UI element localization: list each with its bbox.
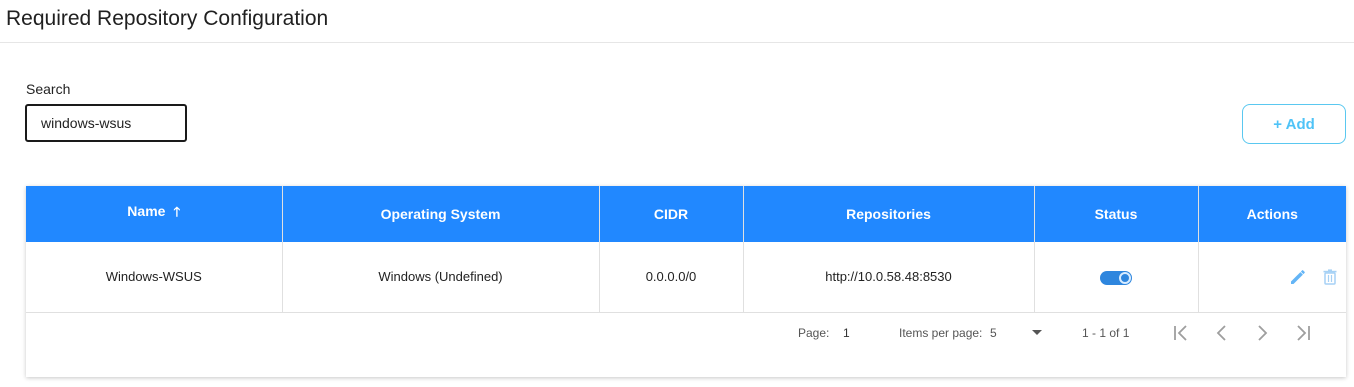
column-header-label: Operating System	[380, 206, 501, 222]
paginator: Page: 1 Items per page: 5 1 - 1 of 1	[26, 312, 1346, 352]
next-page-icon[interactable]	[1251, 322, 1273, 344]
last-page-icon[interactable]	[1291, 322, 1313, 344]
column-header-label: Repositories	[846, 206, 931, 222]
chevron-down-icon[interactable]	[1032, 330, 1042, 335]
title-divider	[0, 42, 1354, 43]
page-title: Required Repository Configuration	[6, 7, 329, 30]
column-header-actions: Actions	[1198, 186, 1346, 242]
first-page-icon[interactable]	[1171, 322, 1193, 344]
repository-table: Name 🡑 Operating System CIDR Repositories…	[26, 186, 1346, 313]
prev-page-icon[interactable]	[1211, 322, 1233, 344]
items-per-page-select[interactable]: 5	[990, 326, 997, 340]
table-row: Windows-WSUS Windows (Undefined) 0.0.0.0…	[26, 242, 1346, 313]
column-header-label: Name	[127, 203, 166, 219]
search-input[interactable]	[25, 104, 187, 142]
column-header-name[interactable]: Name 🡑	[26, 186, 283, 242]
add-button[interactable]: + Add	[1242, 104, 1346, 144]
items-per-page-label: Items per page:	[899, 326, 983, 340]
cell-actions	[1198, 242, 1346, 313]
cell-status	[1034, 242, 1199, 313]
column-header-repositories[interactable]: Repositories	[743, 186, 1035, 242]
search-label: Search	[26, 81, 71, 97]
cell-operating-system: Windows (Undefined)	[282, 242, 600, 313]
page-number-input[interactable]: 1	[843, 326, 850, 340]
column-header-status[interactable]: Status	[1034, 186, 1199, 242]
status-toggle[interactable]	[1100, 270, 1132, 285]
column-header-label: CIDR	[653, 206, 689, 222]
toggle-knob	[1119, 271, 1131, 284]
arrow-up-icon: 🡑	[173, 204, 181, 219]
repository-table-card: Name 🡑 Operating System CIDR Repositories…	[26, 186, 1346, 377]
cell-cidr: 0.0.0.0/0	[599, 242, 744, 313]
page-range: 1 - 1 of 1	[1082, 326, 1130, 340]
column-header-label: Status	[1094, 206, 1138, 222]
column-header-operating-system[interactable]: Operating System	[282, 186, 600, 242]
table-header-row: Name 🡑 Operating System CIDR Repositories…	[26, 186, 1346, 242]
page-label: Page:	[798, 326, 830, 340]
column-header-cidr[interactable]: CIDR	[599, 186, 744, 242]
cell-name: Windows-WSUS	[26, 242, 283, 313]
column-header-label: Actions	[1246, 206, 1298, 222]
delete-icon[interactable]	[1320, 267, 1340, 287]
edit-icon[interactable]	[1288, 267, 1308, 287]
cell-repositories: http://10.0.58.48:8530	[743, 242, 1035, 313]
